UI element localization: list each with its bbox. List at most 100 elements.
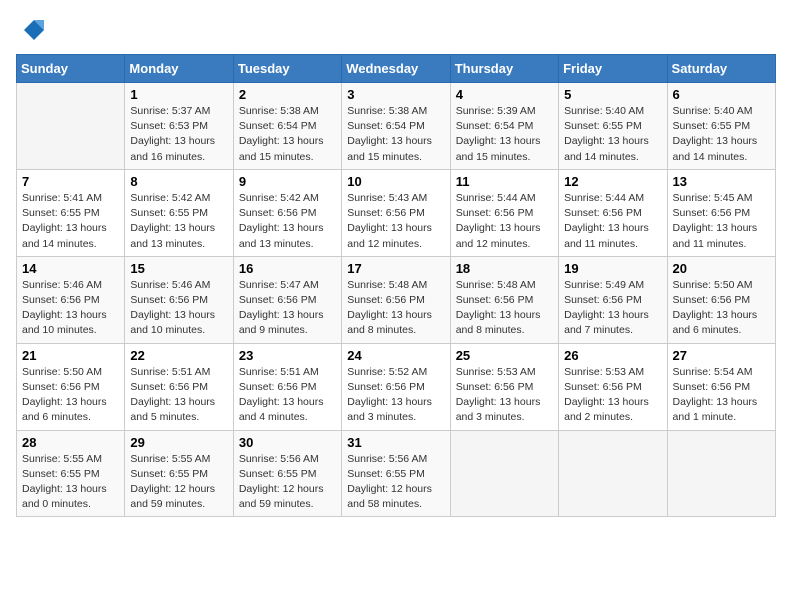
calendar-cell: 26 Sunrise: 5:53 AM Sunset: 6:56 PM Dayli…: [559, 343, 667, 430]
day-number: 25: [456, 348, 553, 363]
calendar-cell: 28 Sunrise: 5:55 AM Sunset: 6:55 PM Dayli…: [17, 430, 125, 517]
weekday-header: Wednesday: [342, 55, 450, 83]
day-number: 16: [239, 261, 336, 276]
day-info: Sunrise: 5:50 AM Sunset: 6:56 PM Dayligh…: [22, 365, 119, 426]
day-number: 7: [22, 174, 119, 189]
day-number: 29: [130, 435, 227, 450]
day-number: 9: [239, 174, 336, 189]
day-info: Sunrise: 5:50 AM Sunset: 6:56 PM Dayligh…: [673, 278, 770, 339]
weekday-header: Sunday: [17, 55, 125, 83]
day-info: Sunrise: 5:43 AM Sunset: 6:56 PM Dayligh…: [347, 191, 444, 252]
day-number: 10: [347, 174, 444, 189]
calendar-cell: 17 Sunrise: 5:48 AM Sunset: 6:56 PM Dayli…: [342, 256, 450, 343]
calendar-cell: 7 Sunrise: 5:41 AM Sunset: 6:55 PM Daylig…: [17, 169, 125, 256]
day-info: Sunrise: 5:45 AM Sunset: 6:56 PM Dayligh…: [673, 191, 770, 252]
calendar-cell: 31 Sunrise: 5:56 AM Sunset: 6:55 PM Dayli…: [342, 430, 450, 517]
day-info: Sunrise: 5:42 AM Sunset: 6:55 PM Dayligh…: [130, 191, 227, 252]
day-number: 17: [347, 261, 444, 276]
weekday-header: Monday: [125, 55, 233, 83]
day-info: Sunrise: 5:41 AM Sunset: 6:55 PM Dayligh…: [22, 191, 119, 252]
calendar-cell: [559, 430, 667, 517]
weekday-header: Saturday: [667, 55, 775, 83]
calendar-cell: 27 Sunrise: 5:54 AM Sunset: 6:56 PM Dayli…: [667, 343, 775, 430]
day-number: 21: [22, 348, 119, 363]
day-info: Sunrise: 5:48 AM Sunset: 6:56 PM Dayligh…: [456, 278, 553, 339]
weekday-header: Tuesday: [233, 55, 341, 83]
calendar-cell: 21 Sunrise: 5:50 AM Sunset: 6:56 PM Dayli…: [17, 343, 125, 430]
day-number: 20: [673, 261, 770, 276]
day-info: Sunrise: 5:51 AM Sunset: 6:56 PM Dayligh…: [130, 365, 227, 426]
day-number: 5: [564, 87, 661, 102]
day-info: Sunrise: 5:48 AM Sunset: 6:56 PM Dayligh…: [347, 278, 444, 339]
calendar-cell: 14 Sunrise: 5:46 AM Sunset: 6:56 PM Dayli…: [17, 256, 125, 343]
calendar-cell: 30Sunrise: 5:56 AM Sunset: 6:55 PM Dayli…: [233, 430, 341, 517]
calendar-cell: 20 Sunrise: 5:50 AM Sunset: 6:56 PM Dayli…: [667, 256, 775, 343]
calendar-cell: 1Sunrise: 5:37 AM Sunset: 6:53 PM Daylig…: [125, 83, 233, 170]
calendar-cell: 12 Sunrise: 5:44 AM Sunset: 6:56 PM Dayli…: [559, 169, 667, 256]
day-info: Sunrise: 5:53 AM Sunset: 6:56 PM Dayligh…: [564, 365, 661, 426]
calendar-week-row: 1Sunrise: 5:37 AM Sunset: 6:53 PM Daylig…: [17, 83, 776, 170]
day-number: 24: [347, 348, 444, 363]
calendar-cell: 25 Sunrise: 5:53 AM Sunset: 6:56 PM Dayli…: [450, 343, 558, 430]
day-info: Sunrise: 5:49 AM Sunset: 6:56 PM Dayligh…: [564, 278, 661, 339]
day-number: 12: [564, 174, 661, 189]
day-number: 3: [347, 87, 444, 102]
day-number: 23: [239, 348, 336, 363]
day-info: Sunrise: 5:52 AM Sunset: 6:56 PM Dayligh…: [347, 365, 444, 426]
day-info: Sunrise: 5:44 AM Sunset: 6:56 PM Dayligh…: [564, 191, 661, 252]
weekday-header: Thursday: [450, 55, 558, 83]
day-number: 6: [673, 87, 770, 102]
calendar-cell: 22 Sunrise: 5:51 AM Sunset: 6:56 PM Dayli…: [125, 343, 233, 430]
day-number: 18: [456, 261, 553, 276]
calendar-cell: 11 Sunrise: 5:44 AM Sunset: 6:56 PM Dayli…: [450, 169, 558, 256]
day-number: 30: [239, 435, 336, 450]
day-info: Sunrise: 5:39 AM Sunset: 6:54 PM Dayligh…: [456, 104, 553, 165]
day-number: 26: [564, 348, 661, 363]
day-info: Sunrise: 5:46 AM Sunset: 6:56 PM Dayligh…: [22, 278, 119, 339]
day-info: Sunrise: 5:47 AM Sunset: 6:56 PM Dayligh…: [239, 278, 336, 339]
day-info: Sunrise: 5:44 AM Sunset: 6:56 PM Dayligh…: [456, 191, 553, 252]
calendar-cell: 18 Sunrise: 5:48 AM Sunset: 6:56 PM Dayli…: [450, 256, 558, 343]
calendar-cell: [450, 430, 558, 517]
calendar-cell: 6 Sunrise: 5:40 AM Sunset: 6:55 PM Daylig…: [667, 83, 775, 170]
day-info: Sunrise: 5:54 AM Sunset: 6:56 PM Dayligh…: [673, 365, 770, 426]
day-number: 14: [22, 261, 119, 276]
day-number: 13: [673, 174, 770, 189]
calendar-cell: 5Sunrise: 5:40 AM Sunset: 6:55 PM Daylig…: [559, 83, 667, 170]
calendar-cell: 8 Sunrise: 5:42 AM Sunset: 6:55 PM Daylig…: [125, 169, 233, 256]
day-info: Sunrise: 5:42 AM Sunset: 6:56 PM Dayligh…: [239, 191, 336, 252]
day-number: 19: [564, 261, 661, 276]
day-number: 15: [130, 261, 227, 276]
calendar-cell: 15 Sunrise: 5:46 AM Sunset: 6:56 PM Dayli…: [125, 256, 233, 343]
calendar-cell: 2 Sunrise: 5:38 AM Sunset: 6:54 PM Daylig…: [233, 83, 341, 170]
day-number: 11: [456, 174, 553, 189]
day-info: Sunrise: 5:53 AM Sunset: 6:56 PM Dayligh…: [456, 365, 553, 426]
calendar-week-row: 21 Sunrise: 5:50 AM Sunset: 6:56 PM Dayli…: [17, 343, 776, 430]
calendar-cell: 19 Sunrise: 5:49 AM Sunset: 6:56 PM Dayli…: [559, 256, 667, 343]
calendar-week-row: 7 Sunrise: 5:41 AM Sunset: 6:55 PM Daylig…: [17, 169, 776, 256]
day-info: Sunrise: 5:55 AM Sunset: 6:55 PM Dayligh…: [22, 452, 119, 513]
day-number: 2: [239, 87, 336, 102]
calendar-cell: 29 Sunrise: 5:55 AM Sunset: 6:55 PM Dayli…: [125, 430, 233, 517]
calendar-cell: 9 Sunrise: 5:42 AM Sunset: 6:56 PM Daylig…: [233, 169, 341, 256]
day-info: Sunrise: 5:40 AM Sunset: 6:55 PM Dayligh…: [673, 104, 770, 165]
weekday-header-row: SundayMondayTuesdayWednesdayThursdayFrid…: [17, 55, 776, 83]
day-number: 8: [130, 174, 227, 189]
day-number: 31: [347, 435, 444, 450]
day-info: Sunrise: 5:56 AM Sunset: 6:55 PM Dayligh…: [347, 452, 444, 513]
logo-icon: [16, 16, 44, 44]
page-header: [16, 16, 776, 44]
calendar-week-row: 28 Sunrise: 5:55 AM Sunset: 6:55 PM Dayli…: [17, 430, 776, 517]
day-number: 27: [673, 348, 770, 363]
day-info: Sunrise: 5:51 AM Sunset: 6:56 PM Dayligh…: [239, 365, 336, 426]
calendar-cell: 10 Sunrise: 5:43 AM Sunset: 6:56 PM Dayli…: [342, 169, 450, 256]
calendar-cell: 23 Sunrise: 5:51 AM Sunset: 6:56 PM Dayli…: [233, 343, 341, 430]
day-info: Sunrise: 5:46 AM Sunset: 6:56 PM Dayligh…: [130, 278, 227, 339]
day-info: Sunrise: 5:38 AM Sunset: 6:54 PM Dayligh…: [239, 104, 336, 165]
day-number: 28: [22, 435, 119, 450]
calendar-cell: [667, 430, 775, 517]
logo: [16, 16, 48, 44]
day-info: Sunrise: 5:55 AM Sunset: 6:55 PM Dayligh…: [130, 452, 227, 513]
day-number: 1: [130, 87, 227, 102]
day-number: 22: [130, 348, 227, 363]
